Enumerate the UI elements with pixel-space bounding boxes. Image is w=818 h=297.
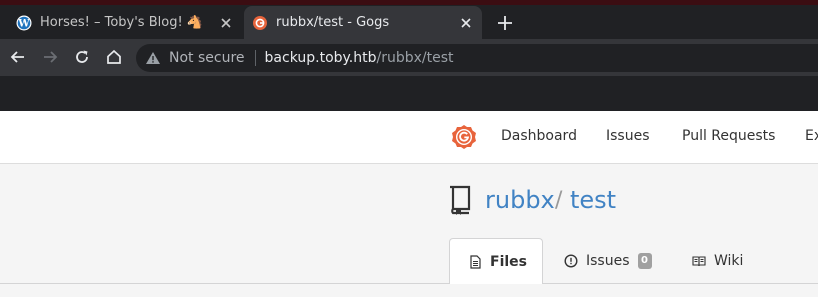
gogs-icon [253, 15, 267, 30]
tab-title: Horses! – Toby's Blog! 🐴 [40, 15, 203, 30]
tab-files-label: Files [490, 253, 527, 270]
nav-explore[interactable]: Explore [805, 128, 818, 144]
url-host: backup.toby.htb [264, 50, 377, 66]
nav-issues[interactable]: Issues [606, 128, 650, 144]
address-bar[interactable]: Not secure backup.toby.htb /rubbx/test [136, 44, 818, 72]
tab-files[interactable]: Files [449, 238, 543, 284]
tab-wiki[interactable]: Wiki [692, 238, 743, 284]
home-icon[interactable] [104, 47, 124, 67]
nav-dashboard[interactable]: Dashboard [501, 128, 577, 144]
warning-icon[interactable] [145, 50, 161, 66]
svg-text:W: W [17, 18, 30, 29]
gogs-logo-icon[interactable] [451, 124, 477, 150]
security-label: Not secure [169, 50, 245, 66]
url-path: /rubbx/test [376, 50, 454, 66]
tab-wiki-label: Wiki [714, 253, 744, 269]
repo-path-separator: / [555, 188, 563, 213]
book-icon [692, 256, 706, 267]
tab-issues-label: Issues [586, 253, 630, 269]
wordpress-icon: W [16, 15, 32, 30]
tab-issues[interactable]: Issues 0 [564, 238, 652, 284]
repo-owner-link[interactable]: rubbx [485, 186, 555, 214]
repo-content: rubbx / test Files Issues 0 Wiki [0, 164, 818, 297]
repo-name-link[interactable]: test [570, 186, 616, 214]
forward-icon[interactable] [40, 47, 60, 67]
back-icon[interactable] [8, 47, 28, 67]
file-icon [470, 254, 481, 269]
close-tab-icon[interactable] [218, 15, 234, 31]
tab-title: rubbx/test - Gogs [276, 15, 390, 30]
site-header: Dashboard Issues Pull Requests Explore [0, 111, 818, 164]
address-divider [254, 50, 256, 66]
browser-tab-blog[interactable]: W Horses! – Toby's Blog! 🐴 [8, 6, 242, 39]
close-tab-icon[interactable] [458, 15, 474, 31]
issue-icon [564, 254, 578, 268]
reload-icon[interactable] [72, 47, 92, 67]
nav-pull-requests[interactable]: Pull Requests [682, 128, 775, 144]
new-tab-icon[interactable] [495, 13, 515, 33]
browser-tab-gogs[interactable]: rubbx/test - Gogs [244, 6, 482, 39]
web-page: Dashboard Issues Pull Requests Explore r… [0, 111, 818, 297]
repo-book-icon [450, 185, 471, 215]
browser-chrome: W Horses! – Toby's Blog! 🐴 rubbx/test - … [0, 0, 818, 111]
issues-count-badge: 0 [637, 253, 652, 269]
